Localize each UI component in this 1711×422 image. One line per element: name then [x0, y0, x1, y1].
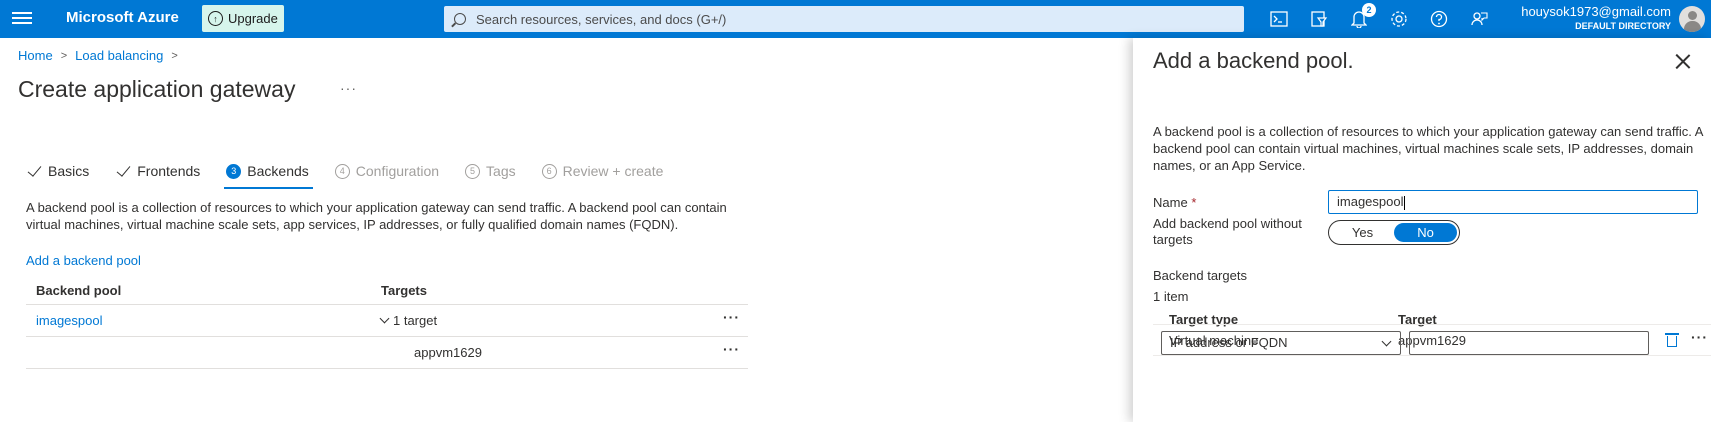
tab-label: Basics — [48, 163, 90, 179]
backend-targets-label: Backend targets — [1153, 268, 1247, 283]
directory-filter-icon[interactable] — [1308, 8, 1330, 30]
tab-tags[interactable]: 5 Tags — [465, 158, 516, 184]
tab-label: Configuration — [355, 163, 440, 179]
more-options-icon[interactable]: ··· — [340, 80, 357, 96]
panel-description: A backend pool is a collection of resour… — [1153, 124, 1703, 173]
tab-label: Frontends — [137, 163, 201, 179]
breadcrumb-load-balancing[interactable]: Load balancing — [75, 48, 163, 63]
tab-label: Tags — [486, 163, 516, 179]
required-mark: * — [1191, 195, 1197, 210]
breadcrumb-home[interactable]: Home — [18, 48, 53, 63]
feedback-icon[interactable] — [1468, 8, 1490, 30]
target-type-selected: IP address or FQDN — [1170, 335, 1288, 350]
brand-name[interactable]: Microsoft Azure — [66, 9, 179, 26]
chevron-down-icon[interactable] — [379, 313, 390, 324]
avatar-body — [1684, 21, 1701, 32]
no-targets-label: Add backend pool without targets — [1153, 216, 1302, 247]
no-targets-toggle[interactable]: Yes No — [1328, 220, 1460, 245]
page-title: Create application gateway — [18, 76, 296, 102]
table-header: Backend pool Targets — [26, 275, 748, 305]
toggle-option-no[interactable]: No — [1394, 223, 1457, 242]
breadcrumb: Home > Load balancing > — [18, 48, 186, 63]
checkmark-icon — [115, 163, 131, 179]
backends-description: A backend pool is a collection of resour… — [26, 200, 727, 232]
step-number-badge: 5 — [465, 163, 481, 179]
target-name: appvm1629 — [414, 345, 482, 360]
avatar[interactable] — [1679, 6, 1705, 32]
add-backend-pool-panel: Add a backend pool. A backend pool is a … — [1133, 38, 1711, 422]
row-more-button[interactable]: ··· — [723, 341, 740, 357]
account-directory: DEFAULT DIRECTORY — [1575, 21, 1671, 31]
upgrade-button[interactable]: ↑ Upgrade — [202, 5, 284, 32]
column-header-targets: Targets — [381, 283, 427, 298]
name-field-value: imagespool — [1337, 194, 1404, 209]
targets-count: 1 target — [393, 313, 438, 328]
toggle-option-yes[interactable]: Yes — [1331, 223, 1394, 242]
account-email: houysok1973@gmail.com — [1521, 4, 1671, 19]
tab-review-create[interactable]: 6 Review + create — [541, 158, 664, 184]
table-row[interactable]: imagespool 1 target ··· — [26, 305, 748, 337]
arrow-up-icon: ↑ — [208, 11, 223, 26]
notification-badge: 2 — [1362, 3, 1376, 17]
search-placeholder: Search resources, services, and docs (G+… — [476, 11, 727, 27]
search-input[interactable]: Search resources, services, and docs (G+… — [444, 6, 1244, 32]
close-icon[interactable] — [1675, 54, 1691, 70]
tab-frontends[interactable]: Frontends — [115, 158, 200, 184]
backend-pool-link[interactable]: imagespool — [36, 313, 103, 328]
add-backend-pool-link[interactable]: Add a backend pool — [26, 253, 141, 268]
name-label-text: Name — [1153, 195, 1188, 210]
settings-icon[interactable] — [1388, 8, 1410, 30]
step-number-badge: 4 — [334, 163, 350, 179]
chevron-right-icon: > — [60, 49, 68, 62]
name-label: Name * — [1153, 195, 1196, 211]
search-icon — [454, 13, 466, 25]
target-input[interactable] — [1409, 331, 1649, 355]
upgrade-label: Upgrade — [228, 11, 278, 26]
notifications-icon[interactable]: 2 — [1348, 3, 1376, 30]
column-header-backend-pool: Backend pool — [36, 283, 122, 298]
tab-backends[interactable]: 3 Backends — [224, 158, 314, 189]
item-count: 1 item — [1153, 289, 1189, 304]
delete-icon[interactable] — [1665, 332, 1679, 347]
targets-cell[interactable]: 1 target — [379, 313, 438, 328]
name-field[interactable]: imagespool — [1328, 190, 1698, 214]
row-more-button[interactable]: ··· — [723, 309, 740, 325]
row-more-button[interactable]: ··· — [1691, 329, 1708, 345]
table-row: appvm1629 ··· — [26, 337, 748, 369]
panel-title: Add a backend pool. — [1153, 48, 1354, 73]
wizard-tabs: Basics Frontends 3 Backends 4 Configurat… — [26, 158, 689, 189]
help-icon[interactable] — [1428, 8, 1450, 30]
step-number-badge: 6 — [541, 163, 557, 179]
target-type-select[interactable]: IP address or FQDN — [1161, 331, 1401, 355]
step-number-badge: 3 — [226, 163, 242, 179]
avatar-head — [1688, 11, 1697, 20]
tab-basics[interactable]: Basics — [26, 158, 89, 184]
tab-label: Backends — [247, 163, 309, 179]
top-bar: Microsoft Azure ↑ Upgrade Search resourc… — [0, 0, 1711, 38]
backend-pool-table: Backend pool Targets imagespool 1 target… — [26, 275, 748, 369]
chevron-right-icon: > — [171, 49, 178, 62]
account-info[interactable]: houysok1973@gmail.com DEFAULT DIRECTORY — [1521, 4, 1671, 31]
menu-icon[interactable] — [12, 9, 32, 29]
cloud-shell-icon[interactable] — [1268, 8, 1290, 30]
chevron-down-icon — [1381, 336, 1392, 347]
checkmark-icon — [26, 163, 42, 179]
tab-label: Review + create — [562, 163, 664, 179]
tab-configuration[interactable]: 4 Configuration — [334, 158, 440, 184]
text-cursor — [1403, 195, 1405, 210]
